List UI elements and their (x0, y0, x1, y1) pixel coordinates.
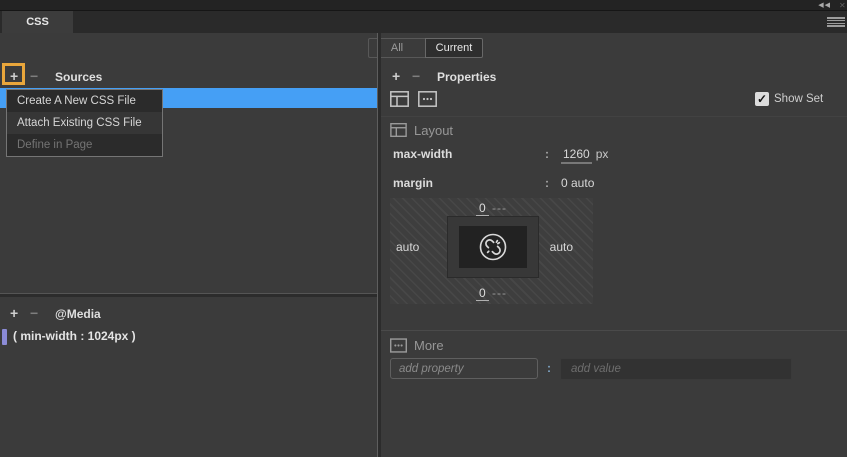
menu-item-define-in-page: Define in Page (7, 134, 162, 156)
panel-menu-icon[interactable] (827, 17, 845, 28)
max-width-value[interactable]: 1260px (561, 147, 608, 161)
main-panes: + − Sources Create A New CSS File Attach… (0, 60, 847, 457)
margin-box-diagram: 0 --- auto auto 0 --- (390, 198, 593, 304)
view-toggle-row: All Current (0, 33, 847, 60)
more-category-icon[interactable] (418, 91, 437, 107)
layout-more-divider (381, 330, 847, 331)
margin-value[interactable]: 0 auto (561, 176, 594, 190)
remove-source-icon[interactable]: − (30, 68, 38, 84)
broken-link-icon[interactable] (476, 230, 510, 264)
max-width-row: max-width : 1260px (393, 147, 833, 163)
sources-pane: + − Sources Create A New CSS File Attach… (0, 60, 377, 457)
max-width-colon: : (545, 147, 549, 161)
sources-title: Sources (55, 70, 102, 84)
add-property-input[interactable] (390, 358, 538, 379)
margin-bottom-value[interactable]: 0 --- (390, 286, 593, 300)
add-media-icon[interactable]: + (10, 305, 18, 321)
click-target-highlight (2, 63, 25, 85)
media-header: + − @Media (0, 305, 377, 327)
media-query-row[interactable]: ( min-width : 1024px ) (0, 328, 377, 347)
more-dots-icon (390, 338, 407, 353)
margin-row: margin : 0 auto (393, 176, 833, 192)
layout-section-title: Layout (414, 123, 453, 138)
panel-tab-bar: CSS Designer (0, 11, 847, 33)
media-marker-bar (2, 329, 7, 345)
media-query-label: ( min-width : 1024px ) (13, 329, 136, 343)
more-section-header[interactable]: More (390, 337, 444, 353)
layout-category-icon[interactable] (390, 91, 409, 107)
show-set-control[interactable]: ✓ Show Set (755, 92, 823, 106)
sources-media-divider[interactable] (0, 293, 377, 297)
sources-header: + − Sources (0, 68, 377, 90)
more-section-title: More (414, 338, 444, 353)
show-set-label: Show Set (774, 93, 823, 105)
max-width-unit[interactable]: px (596, 147, 609, 161)
tab-css-designer[interactable]: CSS Designer (2, 11, 73, 33)
max-width-label: max-width (393, 147, 452, 161)
category-icon-row (390, 91, 437, 107)
margin-left-value[interactable]: auto (396, 240, 419, 254)
current-button[interactable]: Current (425, 38, 483, 58)
layout-section-header[interactable]: Layout (390, 122, 453, 138)
margin-element-box (447, 216, 539, 278)
remove-media-icon[interactable]: − (30, 305, 38, 321)
panel-top-strip: ◀◀ ✕ (0, 0, 847, 11)
add-property-row: : (390, 358, 840, 380)
remove-property-icon[interactable]: − (412, 68, 420, 84)
add-property-icon[interactable]: + (392, 68, 400, 84)
margin-colon: : (545, 176, 549, 190)
margin-label: margin (393, 176, 433, 190)
add-property-colon: : (547, 361, 551, 375)
margin-top-value[interactable]: 0 --- (390, 201, 593, 215)
show-set-checkbox[interactable]: ✓ (755, 92, 769, 106)
media-title: @Media (55, 307, 101, 321)
layout-grid-icon (390, 123, 407, 137)
margin-element-inner (459, 226, 527, 268)
menu-item-attach-existing-css[interactable]: Attach Existing CSS File (7, 112, 162, 134)
margin-right-value[interactable]: auto (550, 240, 573, 254)
collapse-panel-icon[interactable]: ◀◀ (818, 1, 831, 9)
properties-header: + − Properties (381, 68, 847, 90)
properties-title: Properties (437, 70, 496, 84)
header-separator (381, 116, 847, 117)
add-value-input[interactable] (560, 358, 792, 380)
close-icon[interactable]: ✕ (839, 1, 847, 10)
add-source-menu: Create A New CSS File Attach Existing CS… (6, 89, 163, 157)
properties-pane: + − Properties ✓ Show Set (381, 60, 847, 457)
menu-item-create-new-css[interactable]: Create A New CSS File (7, 90, 162, 112)
